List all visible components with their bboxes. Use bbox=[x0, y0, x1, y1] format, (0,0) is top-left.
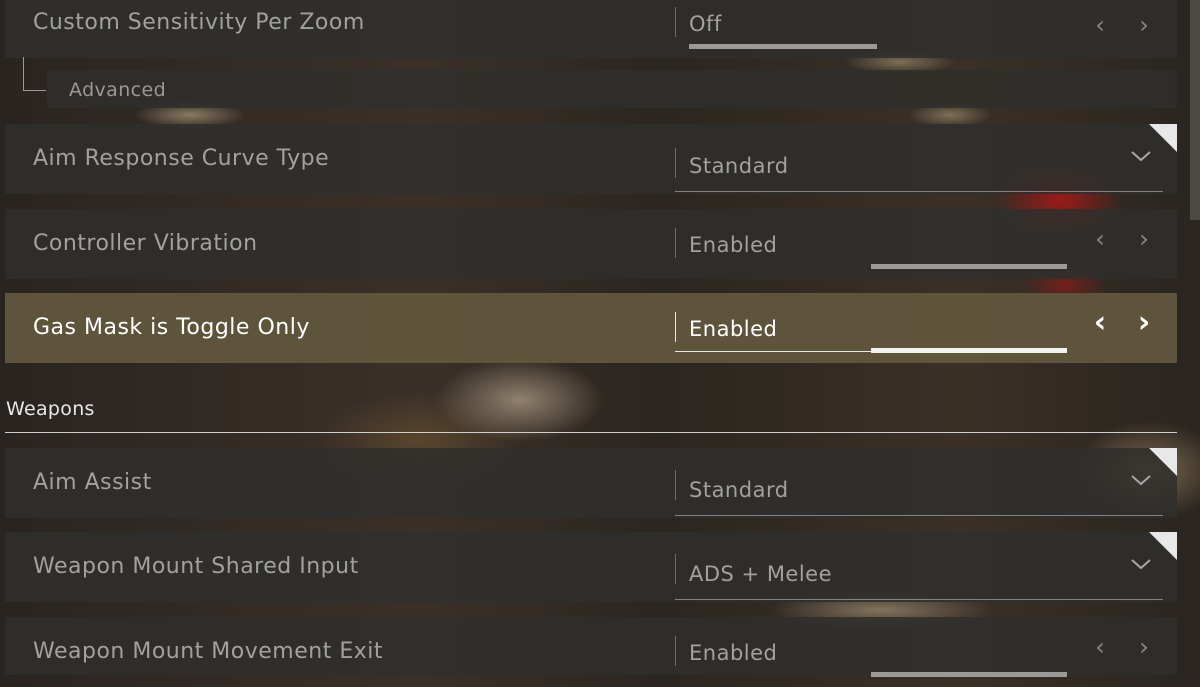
chevron-left-icon[interactable]: ‹ bbox=[1085, 306, 1115, 340]
chevron-left-icon[interactable]: ‹ bbox=[1085, 222, 1115, 256]
chevron-right-icon[interactable]: › bbox=[1129, 630, 1159, 664]
tree-connector bbox=[23, 57, 46, 91]
value-divider bbox=[675, 470, 676, 500]
setting-label: Weapon Mount Shared Input bbox=[33, 554, 359, 579]
setting-row-advanced[interactable]: Advanced bbox=[47, 70, 1177, 108]
advanced-label: Advanced bbox=[69, 79, 167, 101]
value-divider bbox=[675, 7, 676, 37]
scrollbar[interactable] bbox=[1190, 0, 1200, 220]
section-title-weapons: Weapons bbox=[6, 398, 95, 420]
value-divider bbox=[675, 636, 676, 666]
setting-value: Enabled bbox=[689, 641, 778, 665]
value-divider bbox=[675, 312, 676, 342]
setting-label: Custom Sensitivity Per Zoom bbox=[33, 10, 365, 35]
section-divider bbox=[5, 432, 1177, 433]
option-indicator bbox=[689, 44, 877, 49]
setting-label: Weapon Mount Movement Exit bbox=[33, 639, 383, 664]
setting-label: Gas Mask is Toggle Only bbox=[33, 315, 310, 340]
setting-value: Enabled bbox=[689, 233, 778, 257]
corner-flag bbox=[1149, 532, 1177, 560]
setting-row-custom-sensitivity[interactable]: Custom Sensitivity Per Zoom Off ‹ › bbox=[5, 0, 1177, 58]
setting-row-aim-response-curve[interactable]: Aim Response Curve Type Standard bbox=[5, 124, 1177, 194]
setting-value: Off bbox=[689, 12, 722, 36]
chevron-right-icon[interactable]: › bbox=[1129, 8, 1159, 42]
setting-row-weapon-mount-movement-exit[interactable]: Weapon Mount Movement Exit Enabled ‹ › bbox=[5, 617, 1177, 677]
setting-row-aim-assist[interactable]: Aim Assist Standard bbox=[5, 448, 1177, 518]
value-underline bbox=[675, 599, 1163, 600]
setting-label: Aim Response Curve Type bbox=[33, 146, 330, 171]
setting-label: Controller Vibration bbox=[33, 231, 258, 256]
setting-row-weapon-mount-shared-input[interactable]: Weapon Mount Shared Input ADS + Melee bbox=[5, 532, 1177, 602]
chevron-right-icon[interactable]: › bbox=[1129, 306, 1159, 340]
option-indicator bbox=[871, 264, 1067, 269]
value-underline bbox=[675, 191, 1163, 192]
setting-value: ADS + Melee bbox=[689, 562, 833, 586]
option-indicator bbox=[871, 348, 1067, 353]
setting-row-gas-mask-toggle[interactable]: Gas Mask is Toggle Only Enabled ‹ › bbox=[5, 293, 1177, 363]
corner-flag bbox=[1149, 448, 1177, 476]
setting-row-controller-vibration[interactable]: Controller Vibration Enabled ‹ › bbox=[5, 209, 1177, 279]
setting-value: Enabled bbox=[689, 317, 778, 341]
corner-flag bbox=[1149, 124, 1177, 152]
value-underline bbox=[675, 515, 1163, 516]
setting-value: Standard bbox=[689, 478, 789, 502]
setting-label: Aim Assist bbox=[33, 470, 152, 495]
setting-value: Standard bbox=[689, 154, 789, 178]
chevron-left-icon[interactable]: ‹ bbox=[1085, 630, 1115, 664]
chevron-right-icon[interactable]: › bbox=[1129, 222, 1159, 256]
value-divider bbox=[675, 148, 676, 178]
value-divider bbox=[675, 228, 676, 258]
chevron-left-icon[interactable]: ‹ bbox=[1085, 8, 1115, 42]
value-divider bbox=[675, 554, 676, 584]
